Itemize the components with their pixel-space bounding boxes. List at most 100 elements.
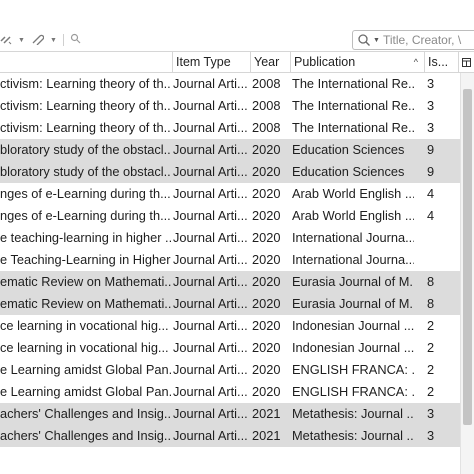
cell-publication: Indonesian Journal ... xyxy=(292,318,414,333)
cell-title: achers' Challenges and Insig... xyxy=(0,406,171,421)
table-row[interactable]: achers' Challenges and Insig... Journal A… xyxy=(0,403,460,425)
cell-item-type: Journal Arti... xyxy=(173,296,248,311)
cell-item-type: Journal Arti... xyxy=(173,318,248,333)
scrollbar-thumb[interactable] xyxy=(463,89,472,425)
chevron-down-icon[interactable]: ▼ xyxy=(18,37,25,44)
cell-year: 2020 xyxy=(252,340,281,355)
cell-publication: ENGLISH FRANCA: ... xyxy=(292,362,414,377)
table-row[interactable]: ctivism: Learning theory of th... Journal… xyxy=(0,117,460,139)
cell-publication: Metathesis: Journal ... xyxy=(292,406,414,421)
cell-year: 2020 xyxy=(252,252,281,267)
table-row[interactable]: ematic Review on Mathemati... Journal Art… xyxy=(0,271,460,293)
search-input[interactable] xyxy=(379,33,473,47)
cell-title: e Teaching-Learning in Higher ... xyxy=(0,252,171,267)
cell-is: 9 xyxy=(427,142,435,157)
table-row[interactable]: achers' Challenges and Insig... Journal A… xyxy=(0,425,460,447)
cell-item-type: Journal Arti... xyxy=(173,208,248,223)
table-row[interactable]: nges of e-Learning during th... Journal A… xyxy=(0,205,460,227)
cell-publication: Eurasia Journal of M... xyxy=(292,296,414,311)
cell-title: ctivism: Learning theory of th... xyxy=(0,98,171,113)
cell-title: nges of e-Learning during th... xyxy=(0,186,171,201)
cell-is: 4 xyxy=(427,186,435,201)
cell-title: nges of e-Learning during th... xyxy=(0,208,171,223)
table-row[interactable]: e Learning amidst Global Pan... Journal A… xyxy=(0,381,460,403)
column-picker-icon[interactable] xyxy=(458,52,474,72)
cell-is: 8 xyxy=(427,274,435,289)
search-box[interactable]: ▼ xyxy=(352,30,474,50)
cell-publication: Arab World English ... xyxy=(292,208,414,223)
table-row[interactable]: e Teaching-Learning in Higher ... Journal… xyxy=(0,249,460,271)
cell-year: 2021 xyxy=(252,406,281,421)
cell-is: 3 xyxy=(427,428,435,443)
table-row[interactable]: nges of e-Learning during th... Journal A… xyxy=(0,183,460,205)
cell-year: 2020 xyxy=(252,274,281,289)
cell-is: 8 xyxy=(427,296,435,311)
table-row[interactable]: ctivism: Learning theory of th... Journal… xyxy=(0,73,460,95)
cell-is: 2 xyxy=(427,340,435,355)
table-row[interactable]: bloratory study of the obstacl... Journal… xyxy=(0,161,460,183)
cell-publication: Education Sciences xyxy=(292,164,405,179)
cell-item-type: Journal Arti... xyxy=(173,428,248,443)
search-icon[interactable] xyxy=(70,33,81,47)
table-row[interactable]: ematic Review on Mathemati... Journal Art… xyxy=(0,293,460,315)
column-header-publication[interactable]: Publication ^ xyxy=(290,52,424,72)
cell-item-type: Journal Arti... xyxy=(173,164,248,179)
cell-publication: The International Re... xyxy=(292,76,414,91)
column-header-title[interactable] xyxy=(0,52,172,72)
search-mode-chevron-icon[interactable]: ▼ xyxy=(373,37,380,44)
column-header-year[interactable]: Year xyxy=(250,52,290,72)
cell-is: 3 xyxy=(427,76,435,91)
chain-link-icon[interactable] xyxy=(0,33,12,48)
cell-publication: The International Re... xyxy=(292,120,414,135)
cell-publication: ENGLISH FRANCA: ... xyxy=(292,384,414,399)
cell-year: 2021 xyxy=(252,428,281,443)
table-row[interactable]: e Learning amidst Global Pan... Journal A… xyxy=(0,359,460,381)
cell-item-type: Journal Arti... xyxy=(173,362,248,377)
cell-is xyxy=(427,227,455,249)
table-row[interactable]: e teaching-learning in higher ... Journal… xyxy=(0,227,460,249)
items-table: Item Type Year Publication ^ Is... ctivi… xyxy=(0,51,474,474)
cell-year: 2008 xyxy=(252,76,281,91)
cell-item-type: Journal Arti... xyxy=(173,406,248,421)
cell-title: achers' Challenges and Insig... xyxy=(0,428,171,443)
cell-item-type: Journal Arti... xyxy=(173,76,248,91)
cell-item-type: Journal Arti... xyxy=(173,186,248,201)
cell-publication: Indonesian Journal ... xyxy=(292,340,414,355)
cell-publication: International Journa... xyxy=(292,230,414,245)
table-row[interactable]: ctivism: Learning theory of th... Journal… xyxy=(0,95,460,117)
chevron-down-icon[interactable]: ▼ xyxy=(50,37,57,44)
column-header-publication-label: Publication xyxy=(294,55,356,69)
column-header-is[interactable]: Is... xyxy=(424,52,458,72)
cell-title: e Learning amidst Global Pan... xyxy=(0,384,171,399)
cell-title: bloratory study of the obstacl... xyxy=(0,164,171,179)
table-row[interactable]: ce learning in vocational hig... Journal … xyxy=(0,337,460,359)
cell-title: ce learning in vocational hig... xyxy=(0,340,169,355)
cell-is: 3 xyxy=(427,406,435,421)
table-row[interactable]: bloratory study of the obstacl... Journal… xyxy=(0,139,460,161)
cell-item-type: Journal Arti... xyxy=(173,274,248,289)
cell-is: 2 xyxy=(427,318,435,333)
vertical-scrollbar[interactable] xyxy=(460,73,474,474)
cell-item-type: Journal Arti... xyxy=(173,142,248,157)
cell-item-type: Journal Arti... xyxy=(173,120,248,135)
cell-year: 2020 xyxy=(252,384,281,399)
paperclip-icon[interactable] xyxy=(31,33,45,48)
cell-publication: Eurasia Journal of M... xyxy=(292,274,414,289)
cell-item-type: Journal Arti... xyxy=(173,252,248,267)
cell-item-type: Journal Arti... xyxy=(173,384,248,399)
table-row[interactable]: ce learning in vocational hig... Journal … xyxy=(0,315,460,337)
cell-title: e Learning amidst Global Pan... xyxy=(0,362,171,377)
cell-item-type: Journal Arti... xyxy=(173,98,248,113)
cell-year: 2020 xyxy=(252,186,281,201)
cell-publication: Education Sciences xyxy=(292,142,405,157)
cell-publication: Metathesis: Journal ... xyxy=(292,428,414,443)
column-header-item-type[interactable]: Item Type xyxy=(172,52,250,72)
cell-year: 2020 xyxy=(252,230,281,245)
cell-is: 2 xyxy=(427,384,435,399)
cell-year: 2020 xyxy=(252,208,281,223)
cell-title: bloratory study of the obstacl... xyxy=(0,142,171,157)
cell-title: ce learning in vocational hig... xyxy=(0,318,169,333)
search-icon[interactable] xyxy=(357,33,371,47)
cell-is: 9 xyxy=(427,164,435,179)
cell-title: ctivism: Learning theory of th... xyxy=(0,120,171,135)
